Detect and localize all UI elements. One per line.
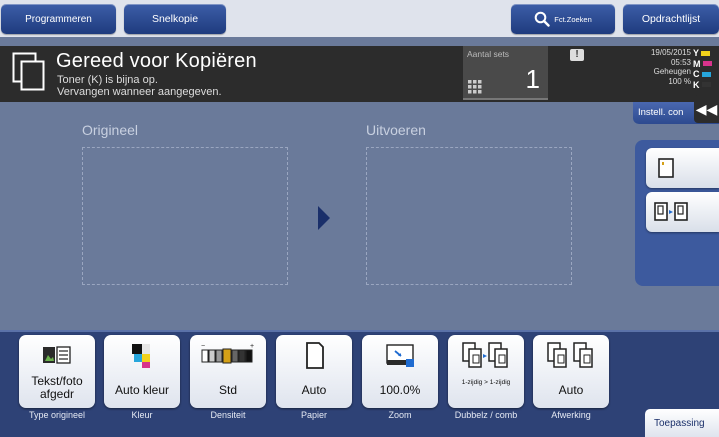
function-search-button[interactable]: Fct.Zoeken: [511, 4, 615, 34]
paper-button[interactable]: Auto: [276, 335, 352, 408]
double-chevron-left-icon: ◀◀: [695, 101, 718, 117]
zoom-value: 100.0%: [379, 383, 421, 397]
toner-y: Y: [693, 48, 719, 59]
warning-mark: !: [575, 49, 579, 60]
zoom-label: Zoom: [388, 410, 412, 420]
toner-m: M: [693, 59, 719, 70]
original-preview-area: [82, 147, 288, 285]
duplex-preview-button[interactable]: [646, 192, 719, 232]
paper-icon: [306, 342, 324, 369]
job-list-label: Opdrachtlijst: [641, 13, 701, 25]
toner-k: K: [693, 80, 719, 91]
strip-divider: [0, 330, 719, 332]
memory-label: Geheugen: [653, 67, 691, 76]
color-label: Kleur: [131, 410, 153, 420]
duplex-icon: [462, 342, 508, 368]
toner-y-letter: Y: [693, 48, 700, 58]
svg-text:+: +: [250, 343, 254, 350]
search-icon: [534, 11, 550, 27]
color-icon: [132, 344, 150, 368]
status-message-1: Toner (K) is bijna op.: [57, 74, 158, 86]
color-value: Auto kleur: [114, 383, 170, 397]
toner-levels: Y M C K: [693, 48, 719, 90]
arrow-right-icon: [318, 206, 330, 230]
date-text: 19/05/2015: [650, 48, 691, 57]
programmeren-label: Programmeren: [25, 13, 92, 25]
collapse-panel-button[interactable]: ◀◀: [694, 95, 719, 123]
paper-label: Papier: [300, 410, 327, 420]
copy-sets-box[interactable]: Aantal sets 1: [463, 46, 548, 100]
toner-c-letter: C: [693, 69, 700, 79]
finishing-label: Afwerking: [551, 410, 591, 420]
text-photo-icon: [43, 346, 71, 364]
device-info: 19/05/2015 05:53 Geheugen 100 %: [611, 48, 691, 86]
duplex-combine-button[interactable]: 1-zijdig > 1-zijdig: [448, 335, 524, 408]
settings-confirm-label: Instell. con: [638, 107, 684, 118]
duplex-pages-icon: [654, 202, 688, 221]
single-page-button[interactable]: [646, 148, 719, 188]
toner-y-bar: [701, 50, 711, 56]
job-list-button[interactable]: Opdrachtlijst: [623, 4, 719, 34]
toner-c-bar: [701, 71, 711, 77]
right-panel: [635, 140, 719, 286]
page-icon: [658, 158, 674, 178]
copy-document-icon: [12, 52, 45, 91]
svg-text:−: −: [201, 343, 205, 350]
type-original-label: Type origineel: [28, 410, 86, 420]
type-original-value: Tekst/foto afgedr: [31, 374, 83, 401]
toner-c: C: [693, 69, 719, 80]
toner-k-letter: K: [693, 79, 700, 90]
color-button[interactable]: Auto kleur: [104, 335, 180, 408]
sets-value: 1: [525, 64, 540, 94]
status-message-2: Vervangen wanneer aangegeven.: [57, 86, 222, 98]
time-text: 05:53: [670, 57, 691, 67]
zoom-button[interactable]: 100.0%: [362, 335, 438, 408]
memory-value: 100 %: [668, 76, 691, 86]
finishing-icon: [547, 342, 593, 368]
programmeren-button[interactable]: Programmeren: [1, 4, 116, 34]
output-heading: Uitvoeren: [366, 122, 426, 138]
density-value: Std: [218, 383, 237, 397]
snelkopie-label: Snelkopie: [151, 13, 199, 25]
density-label: Densiteit: [210, 410, 246, 420]
zoom-icon: [386, 344, 414, 367]
toner-m-bar: [702, 61, 712, 67]
function-search-label: Fct.Zoeken: [554, 14, 592, 24]
density-icon: − +: [201, 343, 254, 364]
snelkopie-button[interactable]: Snelkopie: [124, 4, 226, 34]
warning-icon[interactable]: !: [570, 49, 584, 61]
toner-m-letter: M: [693, 58, 701, 69]
application-tab[interactable]: Toepassing: [645, 409, 719, 437]
original-heading: Origineel: [82, 122, 139, 138]
type-original-button[interactable]: Tekst/foto afgedr: [19, 335, 95, 408]
output-preview-area: [366, 147, 572, 285]
keypad-icon: [468, 80, 482, 94]
application-label: Toepassing: [654, 418, 705, 429]
sets-label: Aantal sets: [467, 49, 510, 59]
density-button[interactable]: − + Std: [190, 335, 266, 408]
duplex-value: 1-zijdig > 1-zijdig: [461, 379, 511, 386]
finishing-value: Auto: [558, 383, 584, 397]
toner-k-bar: [701, 82, 711, 88]
finishing-button[interactable]: Auto: [533, 335, 609, 408]
status-title: Gereed voor Kopiëren: [56, 50, 257, 72]
paper-value: Auto: [301, 383, 327, 397]
duplex-label: Dubbelz / comb: [454, 410, 518, 420]
